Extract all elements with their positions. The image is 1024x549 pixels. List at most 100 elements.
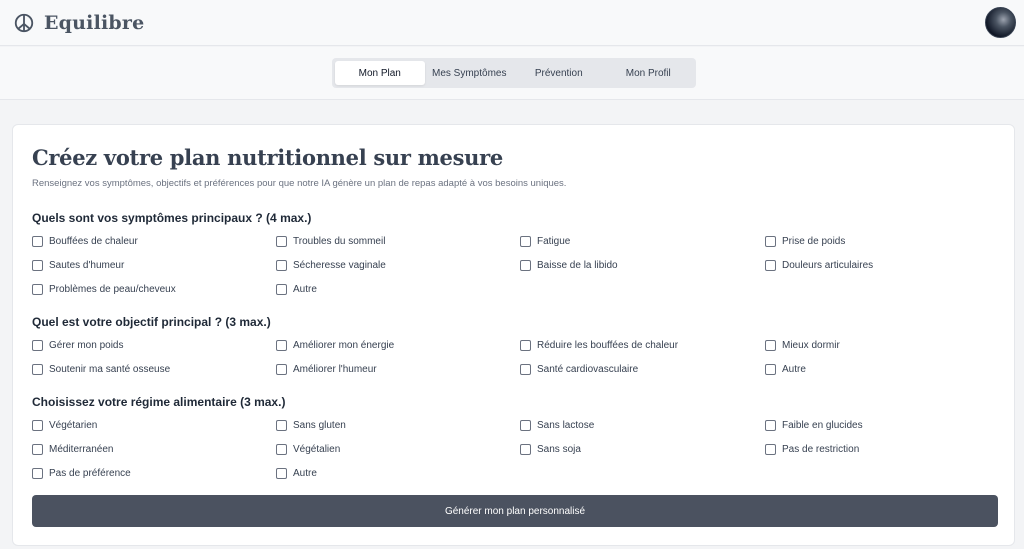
option-bouffees-de-chaleur[interactable]: Bouffées de chaleur <box>32 233 138 249</box>
checkbox[interactable] <box>32 259 43 271</box>
checkbox[interactable] <box>32 283 43 295</box>
option-label: Mieux dormir <box>782 339 840 351</box>
option-douleurs-articulaires[interactable]: Douleurs articulaires <box>765 257 873 273</box>
option-label: Végétarien <box>49 419 98 431</box>
checkbox[interactable] <box>765 259 776 271</box>
option-label: Douleurs articulaires <box>782 259 874 271</box>
generate-plan-button[interactable]: Générer mon plan personnalisé <box>32 495 998 527</box>
option-label: Soutenir ma santé osseuse <box>49 363 171 375</box>
tab-mes-symptomes[interactable]: Mes Symptômes <box>425 61 515 85</box>
checkbox[interactable] <box>32 443 43 455</box>
option-sante-cardiovasculaire[interactable]: Santé cardiovasculaire <box>520 361 638 377</box>
checkbox[interactable] <box>32 363 43 375</box>
option-label: Fatigue <box>537 235 571 247</box>
checkbox[interactable] <box>765 363 776 375</box>
option-pas-de-preference[interactable]: Pas de préférence <box>32 465 131 481</box>
option-ameliorer-l-humeur[interactable]: Améliorer l'humeur <box>276 361 377 377</box>
checkbox[interactable] <box>276 363 287 375</box>
option-label: Réduire les bouffées de chaleur <box>537 339 679 351</box>
section-title-diet: Choisissez votre régime alimentaire (3 m… <box>32 395 286 409</box>
option-label: Sautes d'humeur <box>49 259 125 271</box>
tab-mon-plan[interactable]: Mon Plan <box>335 61 425 85</box>
option-troubles-du-sommeil[interactable]: Troubles du sommeil <box>276 233 385 249</box>
option-label: Végétalien <box>293 443 341 455</box>
option-vegetalien[interactable]: Végétalien <box>276 441 340 457</box>
option-label: Baisse de la libido <box>537 259 618 271</box>
option-ameliorer-mon-energie[interactable]: Améliorer mon énergie <box>276 337 394 353</box>
section-title-objectives: Quel est votre objectif principal ? (3 m… <box>32 315 271 329</box>
option-label: Problèmes de peau/cheveux <box>49 283 176 295</box>
checkbox[interactable] <box>520 443 531 455</box>
option-problemes-de-peau-cheveux[interactable]: Problèmes de peau/cheveux <box>32 281 176 297</box>
checkbox[interactable] <box>32 419 43 431</box>
option-label: Sans soja <box>537 443 581 455</box>
option-faible-en-glucides[interactable]: Faible en glucides <box>765 417 863 433</box>
plan-form-card: Créez votre plan nutritionnel sur mesure… <box>12 124 1015 546</box>
checkbox[interactable] <box>276 283 287 295</box>
tab-mon-profil[interactable]: Mon Profil <box>604 61 694 85</box>
option-label: Autre <box>293 283 317 295</box>
option-label: Pas de restriction <box>782 443 860 455</box>
checkbox[interactable] <box>276 235 287 247</box>
checkbox[interactable] <box>276 339 287 351</box>
option-label: Troubles du sommeil <box>293 235 386 247</box>
app-logo[interactable]: Equilibre <box>13 10 144 36</box>
checkbox[interactable] <box>276 419 287 431</box>
checkbox[interactable] <box>765 339 776 351</box>
option-sans-gluten[interactable]: Sans gluten <box>276 417 346 433</box>
checkbox[interactable] <box>520 363 531 375</box>
option-label: Autre <box>782 363 806 375</box>
checkbox[interactable] <box>32 467 43 479</box>
option-label: Pas de préférence <box>49 467 131 479</box>
option-pas-de-restriction[interactable]: Pas de restriction <box>765 441 859 457</box>
option-mieux-dormir[interactable]: Mieux dormir <box>765 337 840 353</box>
checkbox[interactable] <box>765 235 776 247</box>
checkbox[interactable] <box>32 339 43 351</box>
checkbox[interactable] <box>765 419 776 431</box>
option-prise-de-poids[interactable]: Prise de poids <box>765 233 845 249</box>
option-gerer-mon-poids[interactable]: Gérer mon poids <box>32 337 123 353</box>
option-autre-objectif[interactable]: Autre <box>765 361 806 377</box>
option-label: Sans lactose <box>537 419 595 431</box>
option-label: Faible en glucides <box>782 419 863 431</box>
option-label: Santé cardiovasculaire <box>537 363 639 375</box>
tab-prevention[interactable]: Prévention <box>514 61 604 85</box>
page-subtitle: Renseignez vos symptômes, objectifs et p… <box>32 178 567 189</box>
top-bar: Equilibre <box>0 0 1024 46</box>
app-name: Equilibre <box>44 12 145 34</box>
option-mediterraneen[interactable]: Méditerranéen <box>32 441 113 457</box>
option-vegetarien[interactable]: Végétarien <box>32 417 97 433</box>
option-sans-soja[interactable]: Sans soja <box>520 441 581 457</box>
option-reduire-bouffees-de-chaleur[interactable]: Réduire les bouffées de chaleur <box>520 337 678 353</box>
avatar[interactable] <box>985 7 1016 38</box>
checkbox[interactable] <box>520 235 531 247</box>
option-label: Améliorer l'humeur <box>293 363 377 375</box>
checkbox[interactable] <box>520 419 531 431</box>
option-label: Sécheresse vaginale <box>293 259 386 271</box>
checkbox[interactable] <box>32 235 43 247</box>
checkbox[interactable] <box>520 259 531 271</box>
option-soutenir-sante-osseuse[interactable]: Soutenir ma santé osseuse <box>32 361 170 377</box>
option-autre-symptome[interactable]: Autre <box>276 281 317 297</box>
option-label: Bouffées de chaleur <box>49 235 138 247</box>
checkbox[interactable] <box>765 443 776 455</box>
nav-bar: Mon Plan Mes Symptômes Prévention Mon Pr… <box>0 47 1024 100</box>
tab-bar: Mon Plan Mes Symptômes Prévention Mon Pr… <box>332 58 696 88</box>
section-title-symptoms: Quels sont vos symptômes principaux ? (4… <box>32 211 312 225</box>
checkbox[interactable] <box>520 339 531 351</box>
checkbox[interactable] <box>276 443 287 455</box>
option-sautes-d-humeur[interactable]: Sautes d'humeur <box>32 257 124 273</box>
option-label: Sans gluten <box>293 419 346 431</box>
option-autre-regime[interactable]: Autre <box>276 465 317 481</box>
option-fatigue[interactable]: Fatigue <box>520 233 570 249</box>
option-label: Améliorer mon énergie <box>293 339 395 351</box>
option-sans-lactose[interactable]: Sans lactose <box>520 417 594 433</box>
option-label: Méditerranéen <box>49 443 114 455</box>
peace-symbol-icon <box>14 13 34 33</box>
checkbox[interactable] <box>276 467 287 479</box>
page-title: Créez votre plan nutritionnel sur mesure <box>32 145 503 170</box>
checkbox[interactable] <box>276 259 287 271</box>
option-label: Gérer mon poids <box>49 339 124 351</box>
option-baisse-de-la-libido[interactable]: Baisse de la libido <box>520 257 618 273</box>
option-secheresse-vaginale[interactable]: Sécheresse vaginale <box>276 257 386 273</box>
